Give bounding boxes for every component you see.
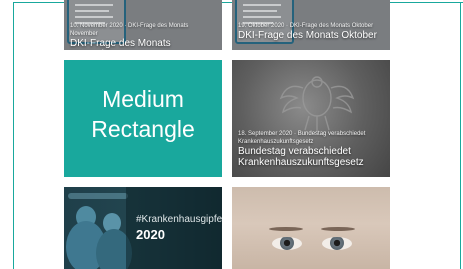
ad-placeholder-medium-rectangle[interactable]: Medium Rectangle	[64, 60, 222, 177]
news-tile-bundestag[interactable]: 18. September 2020 · Bundestag verabschi…	[232, 60, 390, 177]
year-label: 2020	[136, 227, 165, 242]
tile-title[interactable]: Bundestag verabschiedet Krankenhauszukun…	[238, 146, 384, 168]
tile-meta: 10. November 2020 · DKI-Frage des Monats…	[70, 23, 189, 37]
tile-title[interactable]: DKI-Frage des Monats Oktober	[238, 30, 384, 41]
tile-meta: 19. Oktober 2020 · DKI-Frage des Monats …	[238, 23, 374, 29]
tile-meta: 18. September 2020 · Bundestag verabschi…	[238, 131, 366, 145]
hashtag-label: #Krankenhausgipfel	[136, 214, 222, 225]
frame-border-left	[13, 2, 14, 269]
news-tile-krankenhausgipfel[interactable]: #Krankenhausgipfel 2020	[64, 187, 222, 269]
frame-border-right	[460, 2, 461, 269]
news-tile-eyes-portrait[interactable]	[232, 187, 390, 269]
news-tile-dki-oktober[interactable]: 19. Oktober 2020 · DKI-Frage des Monats …	[232, 0, 390, 50]
ad-placeholder-label: Medium Rectangle	[91, 86, 195, 142]
federal-eagle-image	[279, 76, 355, 132]
tile-title[interactable]: DKI-Frage des Monats November	[70, 38, 216, 50]
eye-left	[272, 237, 302, 250]
eye-right	[322, 237, 352, 250]
eyebrow-right	[321, 227, 355, 231]
news-tile-dki-november[interactable]: 10. November 2020 · DKI-Frage des Monats…	[64, 0, 222, 50]
eyebrow-left	[269, 227, 303, 231]
